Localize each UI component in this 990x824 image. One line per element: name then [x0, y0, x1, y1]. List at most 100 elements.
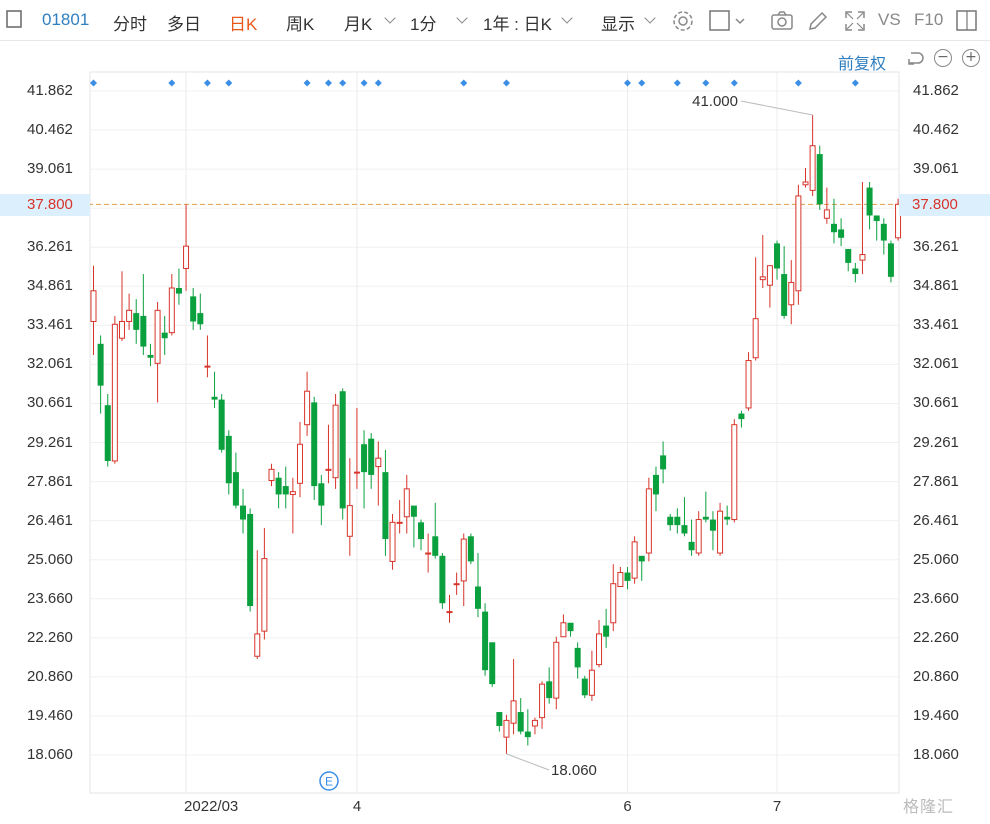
candle-body — [275, 477, 282, 495]
candle-body — [339, 391, 346, 509]
candle-body — [752, 318, 759, 359]
candle-body — [553, 641, 560, 699]
candle-body — [175, 288, 182, 294]
candle-body — [617, 572, 624, 588]
y-tick-label: 18.060 — [913, 746, 959, 763]
event-marker — [851, 79, 859, 87]
candle-body — [104, 405, 111, 461]
y-tick-label: 39.061 — [27, 160, 73, 178]
y-tick-label: 40.462 — [27, 121, 73, 139]
candle-body — [880, 223, 887, 241]
candle-body — [709, 519, 716, 531]
candle-body — [254, 633, 261, 657]
candle-body — [838, 229, 845, 238]
event-marker — [702, 79, 710, 87]
event-marker — [673, 79, 681, 87]
x-tick-label: 7 — [772, 798, 782, 815]
candle-body — [325, 468, 332, 471]
candle-body — [652, 474, 659, 495]
candle-body — [410, 505, 417, 517]
event-marker — [624, 79, 631, 87]
event-marker — [360, 79, 368, 87]
candle-body — [474, 586, 481, 609]
annotations: 41.000 18.060 — [506, 93, 813, 779]
candle-body — [873, 215, 880, 222]
candle-body — [375, 457, 382, 468]
event-marker — [203, 79, 211, 87]
candle-body — [311, 402, 318, 487]
candle-body — [240, 505, 247, 520]
candle-body — [432, 536, 439, 556]
candle-body — [190, 296, 197, 322]
y-tick-label: 29.261 — [27, 433, 73, 451]
candle-body — [247, 513, 254, 607]
y-tick-label: 26.461 — [913, 511, 959, 529]
candle-body — [852, 268, 859, 275]
event-marker — [460, 79, 468, 87]
candle-body — [161, 332, 168, 339]
x-tick-label: 4 — [352, 798, 362, 815]
y-tick-label: 36.261 — [27, 238, 73, 256]
candle-body — [140, 315, 147, 347]
y-tick-label: 29.261 — [913, 433, 959, 451]
event-e-icon[interactable]: E — [318, 770, 340, 792]
event-marker — [339, 79, 347, 87]
candle-body — [133, 313, 140, 330]
candle-body — [154, 309, 161, 364]
candle-body — [403, 488, 410, 518]
candle-body — [681, 525, 688, 534]
y-tick-label: 22.260 — [913, 628, 959, 646]
candle-body — [588, 669, 595, 696]
candle-body — [766, 265, 773, 286]
candle-body — [439, 555, 446, 604]
candle-body — [268, 468, 275, 481]
candle-body — [361, 444, 368, 473]
candle-body — [446, 611, 453, 614]
y-tick-label: 23.660 — [27, 589, 73, 607]
candle-body — [183, 245, 190, 269]
candle-body — [745, 360, 752, 409]
candle-body — [624, 572, 631, 581]
candle-body — [460, 538, 467, 582]
y-tick-label: 33.461 — [913, 316, 959, 334]
candle-body — [759, 276, 766, 281]
y-tick-label: 20.860 — [913, 667, 959, 685]
max-price-label: 41.000 — [692, 93, 738, 110]
candle-body — [781, 274, 788, 316]
event-marker — [168, 79, 176, 87]
event-marker — [303, 79, 311, 87]
y-tick-label: 30.661 — [913, 394, 959, 412]
candle-body — [467, 536, 474, 562]
candle-body — [539, 683, 546, 719]
candlestick-chart: 41.000 18.060 — [0, 71, 990, 794]
candle-body — [389, 521, 396, 562]
candle-body — [489, 642, 496, 685]
candle-body — [638, 555, 645, 562]
candle-body — [596, 633, 603, 666]
y-tick-label: 32.061 — [27, 355, 73, 373]
candle-body — [211, 396, 218, 400]
candle-body — [660, 455, 667, 470]
candle-body — [788, 281, 795, 306]
candle-body — [368, 438, 375, 475]
x-tick-label: 2022/03 — [184, 798, 239, 815]
candle-body — [688, 541, 695, 551]
y-tick-label: 19.460 — [913, 706, 959, 724]
candle-body — [304, 390, 311, 426]
candle-body — [567, 622, 574, 632]
candle-body — [731, 424, 738, 521]
event-marker — [225, 79, 233, 87]
current-price-tag-right: 37.800 — [899, 194, 990, 216]
candle-body — [510, 700, 517, 724]
candle-body — [802, 181, 809, 186]
candle-body — [382, 472, 389, 540]
candle-body — [610, 583, 617, 624]
candle-body — [738, 413, 745, 420]
event-marker — [374, 79, 382, 87]
candle-body — [674, 516, 681, 526]
event-marker — [324, 79, 332, 87]
candle-body — [218, 399, 225, 450]
candle-body — [845, 248, 852, 263]
y-tick-label: 23.660 — [913, 589, 959, 607]
candle-body — [282, 486, 289, 495]
